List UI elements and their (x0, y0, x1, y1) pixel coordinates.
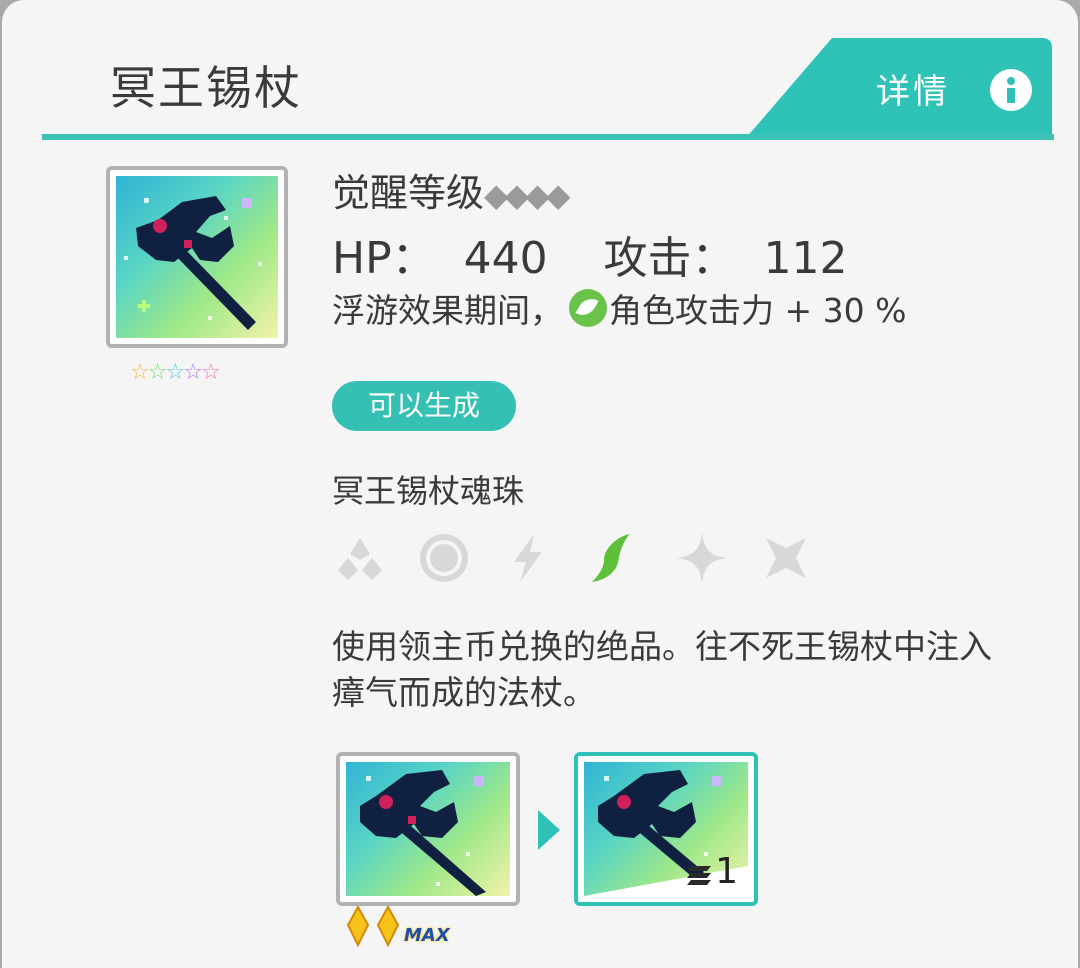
effect-text: 角色攻击力 + 30 % (609, 291, 907, 330)
item-detail-panel: 冥王锡杖 详情 ☆☆☆☆☆ 觉醒等级◆◆◆◆ HP： 440 攻击： 112 浮… (2, 0, 1078, 968)
detail-label: 详情 (876, 72, 950, 112)
star-icon: ☆ (183, 360, 203, 385)
dark-cross-icon (766, 538, 806, 578)
source-weapon-thumbnail[interactable] (336, 752, 520, 906)
header-divider (42, 134, 1054, 140)
stats-line: HP： 440 攻击： 112 (332, 233, 848, 284)
max-label: MAX (404, 925, 450, 946)
craftable-badge[interactable]: 可以生成 (332, 381, 516, 431)
arrow-right-icon (538, 810, 560, 850)
detail-button[interactable]: 详情 (746, 38, 1052, 138)
effect-line: 浮游效果期间， 角色攻击力 + 30 % (332, 284, 906, 332)
light-star-icon (676, 532, 728, 584)
quantity-label: 1 (687, 851, 738, 892)
wind-leaf-icon (592, 534, 630, 582)
orb-name: 冥王锡杖魂珠 (332, 472, 525, 510)
rarity-stars: ☆☆☆☆☆ (130, 360, 221, 385)
awaken-level: 觉醒等级◆◆◆◆ (332, 162, 570, 217)
stack-icon (687, 866, 712, 885)
water-orb-icon (420, 534, 468, 582)
star-icon: ☆ (165, 360, 185, 385)
target-item-thumbnail[interactable]: 1 (574, 752, 758, 906)
fire-icon (338, 538, 382, 580)
element-row (332, 530, 812, 590)
coin-icons (346, 905, 400, 948)
item-description: 使用领主币兑换的绝品。往不死王锡杖中注入瘴气而成的法杖。 (332, 627, 992, 712)
thunder-icon (514, 534, 542, 582)
star-icon: ☆ (200, 360, 221, 385)
info-icon (990, 69, 1032, 111)
quantity-value: 1 (715, 851, 738, 892)
weapon-art (116, 176, 278, 338)
awaken-label: 觉醒等级 (332, 171, 485, 215)
source-weapon-art (346, 762, 510, 896)
target-item-art: 1 (584, 762, 748, 896)
item-title: 冥王锡杖 (110, 61, 302, 115)
star-icon: ☆ (147, 360, 168, 385)
leaf-icon (569, 289, 607, 327)
weapon-thumbnail[interactable] (106, 166, 288, 348)
awaken-diamond-icons: ◆◆◆◆ (484, 176, 570, 214)
star-icon: ☆ (130, 360, 150, 385)
effect-prefix: 浮游效果期间， (332, 291, 563, 330)
